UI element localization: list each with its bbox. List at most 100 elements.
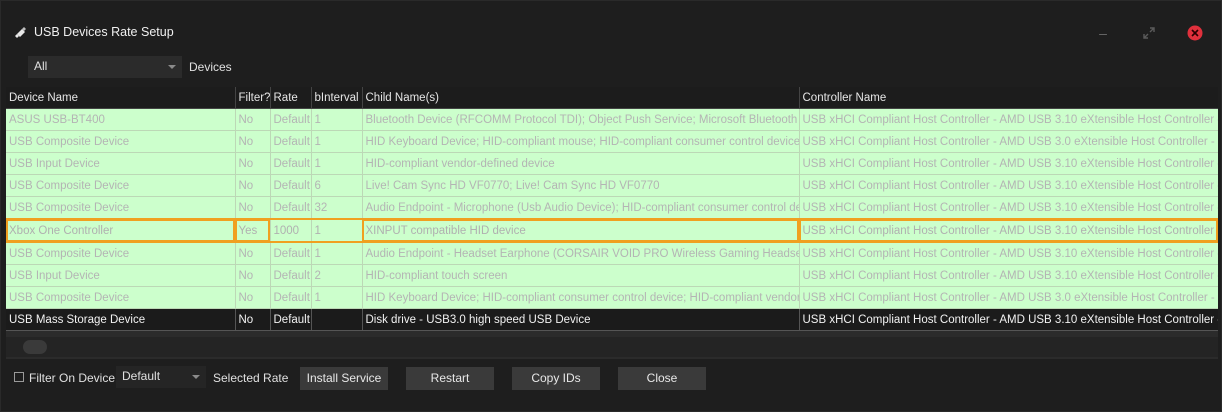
cell-rate[interactable]: Default <box>270 196 312 220</box>
cell-device-name[interactable]: USB Input Device <box>6 152 236 175</box>
filter-on-device-label: Filter On Device <box>29 371 116 385</box>
cell-binterval[interactable]: 1 <box>311 218 363 243</box>
devices-label: Devices <box>189 60 232 74</box>
cell-rate[interactable]: Default <box>270 108 312 131</box>
cell-binterval[interactable]: 1 <box>311 286 363 309</box>
restart-button[interactable]: Restart <box>406 367 494 390</box>
table-row[interactable]: ASUS USB-BT400 No Default 1 Bluetooth Device… <box>6 108 1218 131</box>
usb-plug-icon <box>15 27 26 38</box>
cell-child-names[interactable]: HID-compliant touch screen <box>362 264 800 287</box>
cell-filter[interactable]: No <box>235 152 271 175</box>
devices-filter-dropdown[interactable]: All <box>28 56 182 78</box>
cell-controller-name[interactable]: USB xHCI Compliant Host Controller - AMD… <box>799 264 1218 287</box>
table-row[interactable]: USB Input Device No Default 2 HID-compliant … <box>6 264 1218 287</box>
cell-filter[interactable]: No <box>235 130 271 153</box>
cell-controller-name[interactable]: USB xHCI Compliant Host Controller - AMD… <box>799 308 1218 331</box>
cell-filter[interactable]: No <box>235 196 271 220</box>
cell-device-name[interactable]: USB Composite Device <box>6 242 236 265</box>
cell-child-names[interactable]: HID Keyboard Device; HID-compliant mouse… <box>362 130 800 153</box>
cell-controller-name[interactable]: USB xHCI Compliant Host Controller - AMD… <box>799 152 1218 175</box>
cell-filter[interactable]: No <box>235 308 271 331</box>
cell-binterval[interactable]: 6 <box>311 174 363 197</box>
cell-controller-name[interactable]: USB xHCI Compliant Host Controller - AMD… <box>799 130 1218 153</box>
cell-controller-name[interactable]: USB xHCI Compliant Host Controller - AMD… <box>799 196 1218 220</box>
cell-rate[interactable]: Default <box>270 174 312 197</box>
cell-child-names[interactable]: Disk drive - USB3.0 high speed USB Devic… <box>362 308 800 331</box>
install-service-button[interactable]: Install Service <box>300 367 388 390</box>
table-row[interactable]: USB Composite Device No Default 32 Audio End… <box>6 196 1218 220</box>
chevron-down-icon <box>192 375 200 379</box>
column-header-device-name[interactable]: Device Name <box>6 87 236 109</box>
cell-filter[interactable]: No <box>235 286 271 309</box>
cell-device-name[interactable]: Xbox One Controller <box>6 218 236 243</box>
table-header-row: Device Name Filter? Rate bInterval Child… <box>6 87 1218 109</box>
column-header-filter[interactable]: Filter? <box>235 87 271 109</box>
cell-rate[interactable]: Default <box>270 152 312 175</box>
column-header-controller-name[interactable]: Controller Name <box>799 87 1218 109</box>
cell-device-name[interactable]: USB Composite Device <box>6 196 236 220</box>
cell-controller-name[interactable]: USB xHCI Compliant Host Controller - AMD… <box>799 174 1218 197</box>
cell-rate[interactable]: Default <box>270 308 312 331</box>
devices-table: Device Name Filter? Rate bInterval Child… <box>6 87 1218 359</box>
cell-binterval[interactable]: 2 <box>311 264 363 287</box>
maximize-button[interactable] <box>1139 23 1159 43</box>
cell-filter[interactable]: No <box>235 242 271 265</box>
cell-child-names[interactable]: Live! Cam Sync HD VF0770; Live! Cam Sync… <box>362 174 800 197</box>
column-header-binterval[interactable]: bInterval <box>311 87 363 109</box>
column-header-rate[interactable]: Rate <box>270 87 312 109</box>
cell-filter[interactable]: No <box>235 174 271 197</box>
column-header-child-names[interactable]: Child Name(s) <box>362 87 800 109</box>
cell-binterval[interactable]: 1 <box>311 108 363 131</box>
cell-controller-name[interactable]: USB xHCI Compliant Host Controller - AMD… <box>799 286 1218 309</box>
table-row[interactable]: USB Input Device No Default 1 HID-compliant … <box>6 152 1218 175</box>
cell-binterval[interactable]: 1 <box>311 242 363 265</box>
table-row[interactable]: Xbox One Controller Yes 1000 1 XINPUT compat… <box>6 218 1218 243</box>
scrollbar-thumb[interactable] <box>23 340 47 354</box>
close-button[interactable]: Close <box>618 367 706 390</box>
cell-filter[interactable]: No <box>235 108 271 131</box>
cell-controller-name[interactable]: USB xHCI Compliant Host Controller - AMD… <box>799 242 1218 265</box>
cell-device-name[interactable]: USB Mass Storage Device <box>6 308 236 331</box>
cell-device-name[interactable]: USB Input Device <box>6 264 236 287</box>
filter-on-device-checkbox[interactable] <box>14 372 24 382</box>
cell-filter[interactable]: Yes <box>235 218 271 243</box>
rate-value: Default <box>122 369 161 383</box>
cell-device-name[interactable]: ASUS USB-BT400 <box>6 108 236 131</box>
rate-dropdown[interactable]: Default <box>116 366 206 388</box>
table-row[interactable]: USB Composite Device No Default 6 Live! Cam … <box>6 174 1218 197</box>
table-row[interactable]: USB Composite Device No Default 1 Audio Endp… <box>6 242 1218 265</box>
cell-rate[interactable]: 1000 <box>270 218 312 243</box>
cell-rate[interactable]: Default <box>270 286 312 309</box>
cell-binterval[interactable]: 32 <box>311 196 363 220</box>
cell-child-names[interactable]: XINPUT compatible HID device <box>362 218 800 243</box>
devices-filter-value: All <box>34 59 48 73</box>
close-window-button[interactable] <box>1185 23 1205 43</box>
cell-controller-name[interactable]: USB xHCI Compliant Host Controller - AMD… <box>799 108 1218 131</box>
cell-child-names[interactable]: Audio Endpoint - Headset Earphone (CORSA… <box>362 242 800 265</box>
selected-rate-label: Selected Rate <box>213 371 289 385</box>
window-title: USB Devices Rate Setup <box>34 25 174 39</box>
cell-rate[interactable]: Default <box>270 130 312 153</box>
cell-filter[interactable]: No <box>235 264 271 287</box>
copy-ids-button[interactable]: Copy IDs <box>512 367 600 390</box>
cell-device-name[interactable]: USB Composite Device <box>6 286 236 309</box>
table-row[interactable]: USB Composite Device No Default 1 HID Keyboa… <box>6 286 1218 309</box>
cell-binterval[interactable]: 1 <box>311 152 363 175</box>
cell-device-name[interactable]: USB Composite Device <box>6 130 236 153</box>
cell-binterval[interactable]: 1 <box>311 130 363 153</box>
cell-device-name[interactable]: USB Composite Device <box>6 174 236 197</box>
title-bar: USB Devices Rate Setup – <box>1 1 1221 63</box>
app-window: USB Devices Rate Setup – All Devices Dev… <box>0 0 1222 412</box>
minimize-button[interactable]: – <box>1093 23 1113 43</box>
horizontal-scrollbar[interactable] <box>6 337 1218 357</box>
cell-child-names[interactable]: HID Keyboard Device; HID-compliant consu… <box>362 286 800 309</box>
cell-child-names[interactable]: HID-compliant vendor-defined device <box>362 152 800 175</box>
table-row[interactable]: USB Mass Storage Device No Default Disk dri… <box>6 308 1218 331</box>
cell-rate[interactable]: Default <box>270 242 312 265</box>
cell-rate[interactable]: Default <box>270 264 312 287</box>
cell-child-names[interactable]: Bluetooth Device (RFCOMM Protocol TDI); … <box>362 108 800 131</box>
cell-controller-name[interactable]: USB xHCI Compliant Host Controller - AMD… <box>799 218 1218 243</box>
cell-binterval[interactable] <box>311 308 363 331</box>
table-row[interactable]: USB Composite Device No Default 1 HID Keyboa… <box>6 130 1218 153</box>
cell-child-names[interactable]: Audio Endpoint - Microphone (Usb Audio D… <box>362 196 800 220</box>
